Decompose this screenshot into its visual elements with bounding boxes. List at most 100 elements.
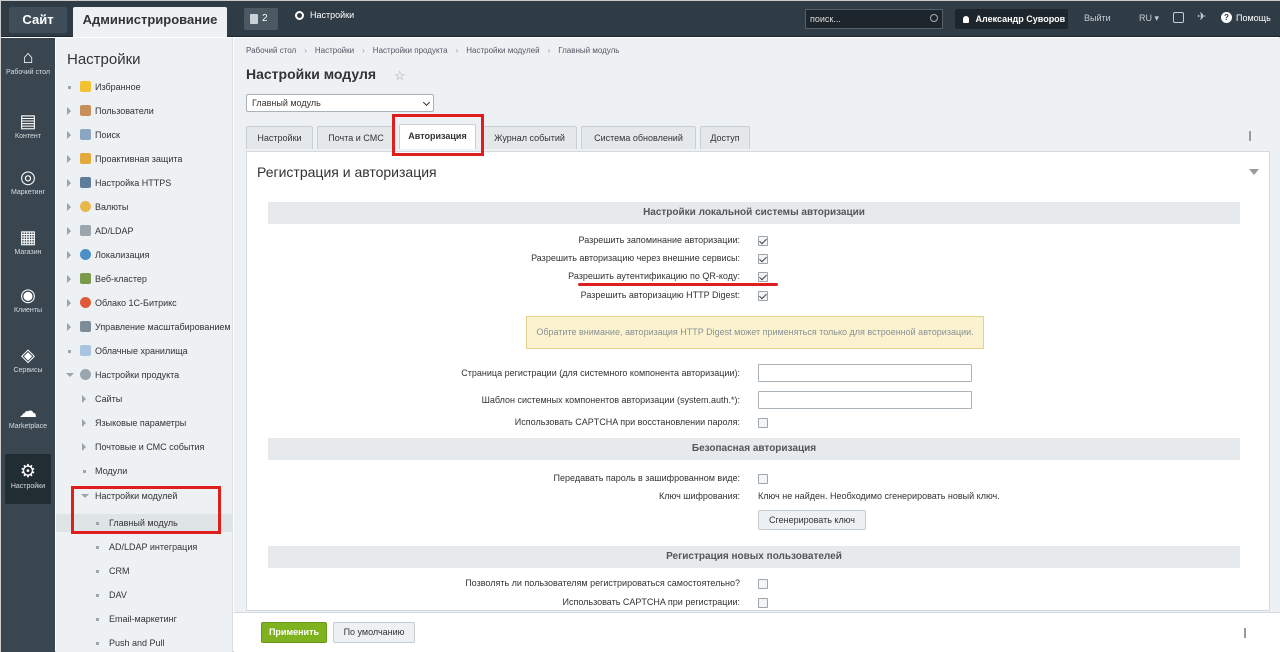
- sidebar-item-scaling[interactable]: Управление масштабированием: [56, 318, 233, 336]
- top-settings-link[interactable]: Настройки: [295, 10, 354, 20]
- sidebar-item-cloud[interactable]: Облако 1С-Битрикс: [56, 294, 233, 312]
- highlight-sidebar-module: [71, 486, 221, 534]
- document-icon: ▤: [19, 111, 37, 131]
- search-icon[interactable]: [930, 14, 938, 22]
- chevron-down-icon: [422, 98, 431, 107]
- sidebar-item-label: Проактивная защита: [95, 154, 183, 164]
- apply-button[interactable]: Применить: [261, 622, 327, 643]
- sidebar-item-push-pull[interactable]: Push and Pull: [56, 634, 233, 652]
- label-external: Разрешить авторизацию через внешние серв…: [531, 253, 740, 263]
- user-button[interactable]: Александр Суворов: [955, 9, 1068, 29]
- nav-shop[interactable]: ▦ Магазин: [1, 228, 55, 257]
- notifications-button[interactable]: 2: [244, 8, 278, 30]
- checkbox-encrypted[interactable]: [758, 474, 768, 484]
- generate-key-button[interactable]: Сгенерировать ключ: [758, 510, 866, 530]
- label-self-reg: Позволять ли пользователям регистрироват…: [465, 578, 740, 588]
- nav-label: Сервисы: [13, 367, 43, 374]
- sidebar-item-crm[interactable]: CRM: [56, 562, 233, 580]
- star-icon[interactable]: ☆: [394, 68, 406, 84]
- sidebar-item-favorites[interactable]: Избранное: [56, 78, 233, 96]
- label-remember: Разрешить запоминание авторизации:: [578, 235, 741, 245]
- reg-page-input[interactable]: [758, 364, 972, 382]
- sidebar-item-localization[interactable]: Локализация: [56, 246, 233, 264]
- user-icon: [963, 16, 969, 23]
- nav-settings[interactable]: ⚙ Настройки: [5, 454, 51, 504]
- breadcrumb-item[interactable]: Настройки модулей: [466, 46, 539, 55]
- pin-icon[interactable]: [1244, 628, 1250, 638]
- sidebar-item-label: Сайты: [95, 394, 123, 404]
- nav-desktop[interactable]: ⌂ Рабочий стол: [1, 48, 55, 77]
- digest-note: Обратите внимание, авторизация HTTP Dige…: [526, 316, 984, 349]
- search-input[interactable]: поиск...: [805, 9, 943, 29]
- breadcrumb-item[interactable]: Главный модуль: [558, 46, 619, 55]
- storage-icon: [80, 345, 91, 356]
- top-bar: Сайт Администрирование 2 Настройки поиск…: [1, 1, 1280, 37]
- main-content: Рабочий стол › Настройки › Настройки проду…: [234, 38, 1280, 652]
- template-input[interactable]: [758, 391, 972, 409]
- language-select[interactable]: RU ▾: [1139, 13, 1159, 24]
- site-button[interactable]: Сайт: [9, 7, 67, 33]
- sidebar-item-users[interactable]: Пользователи: [56, 102, 233, 120]
- nav-clients[interactable]: ◉ Клиенты: [1, 286, 55, 315]
- gear-icon: ⚙: [19, 461, 37, 481]
- sidebar-item-label: Модули: [95, 466, 128, 476]
- sidebar-item-ldap-integration[interactable]: AD/LDAP интеграция: [56, 538, 233, 556]
- tab-update-system[interactable]: Система обновлений: [581, 126, 696, 149]
- checkbox-captcha-reg[interactable]: [758, 598, 768, 608]
- breadcrumb-item[interactable]: Настройки: [315, 46, 354, 55]
- user-name: Александр Суворов: [975, 14, 1066, 24]
- nav-label: Рабочий стол: [6, 69, 50, 76]
- help-icon: ?: [1221, 12, 1232, 23]
- breadcrumb-item[interactable]: Рабочий стол: [246, 46, 296, 55]
- sidebar-item-https[interactable]: Настройка HTTPS: [56, 174, 233, 192]
- tab-mail-sms[interactable]: Почта и СМС: [317, 126, 395, 149]
- nav-marketing[interactable]: ◎ Маркетинг: [1, 168, 55, 197]
- nav-content[interactable]: ▤ Контент: [1, 112, 55, 141]
- sidebar-item-label: Почтовые и СМС события: [95, 442, 205, 452]
- key-status-text: Ключ не найден. Необходимо сгенерировать…: [758, 491, 1000, 501]
- sidebar-item-mail-events[interactable]: Почтовые и СМС события: [56, 438, 233, 456]
- tab-settings[interactable]: Настройки: [246, 126, 313, 149]
- checkbox-qr[interactable]: [758, 272, 768, 282]
- collapse-icon[interactable]: [1249, 169, 1259, 175]
- help-label: Помощь: [1236, 12, 1271, 23]
- tab-access[interactable]: Доступ: [700, 126, 750, 149]
- sidebar-item-language[interactable]: Языковые параметры: [56, 414, 233, 432]
- layers-icon: ◈: [21, 345, 35, 365]
- coin-icon: [80, 201, 91, 212]
- sidebar-item-label: Облако 1С-Битрикс: [95, 298, 177, 308]
- breadcrumb-item[interactable]: Настройки продукта: [373, 46, 448, 55]
- page-title: Настройки модуля: [246, 66, 377, 82]
- nav-services[interactable]: ◈ Сервисы: [1, 346, 55, 375]
- pin-icon[interactable]: ✈: [1197, 10, 1208, 23]
- search-icon: [80, 129, 91, 140]
- window-icon[interactable]: [1173, 12, 1184, 23]
- checkbox-external[interactable]: [758, 254, 768, 264]
- checkbox-remember[interactable]: [758, 236, 768, 246]
- target-icon: ◎: [20, 167, 36, 187]
- logout-link[interactable]: Выйти: [1084, 13, 1111, 23]
- checkbox-digest[interactable]: [758, 291, 768, 301]
- admin-button[interactable]: Администрирование: [73, 7, 227, 37]
- sidebar-item-ldap[interactable]: AD/LDAP: [56, 222, 233, 240]
- sidebar-item-modules[interactable]: Модули: [56, 462, 233, 480]
- checkbox-self-reg[interactable]: [758, 579, 768, 589]
- sidebar-item-email-marketing[interactable]: Email-маркетинг: [56, 610, 233, 628]
- pin-icon[interactable]: [1249, 131, 1255, 141]
- sidebar-item-label: DAV: [109, 590, 127, 600]
- module-select[interactable]: Главный модуль: [246, 94, 434, 112]
- help-link[interactable]: ? Помощь: [1221, 12, 1271, 23]
- sidebar-item-sites[interactable]: Сайты: [56, 390, 233, 408]
- sidebar-item-proactive[interactable]: Проактивная защита: [56, 150, 233, 168]
- nav-marketplace[interactable]: ☁ Marketplace: [1, 402, 55, 431]
- sidebar-item-currencies[interactable]: Валюты: [56, 198, 233, 216]
- sidebar-item-webcluster[interactable]: Веб-кластер: [56, 270, 233, 288]
- sidebar-item-search[interactable]: Поиск: [56, 126, 233, 144]
- checkbox-captcha-restore[interactable]: [758, 418, 768, 428]
- sidebar-item-label: Языковые параметры: [95, 418, 187, 428]
- sidebar-item-storage[interactable]: Облачные хранилища: [56, 342, 233, 360]
- default-button[interactable]: По умолчанию: [333, 622, 415, 643]
- sidebar-item-product-settings[interactable]: Настройки продукта: [56, 366, 233, 384]
- sidebar-item-dav[interactable]: DAV: [56, 586, 233, 604]
- tab-event-log[interactable]: Журнал событий: [482, 126, 577, 149]
